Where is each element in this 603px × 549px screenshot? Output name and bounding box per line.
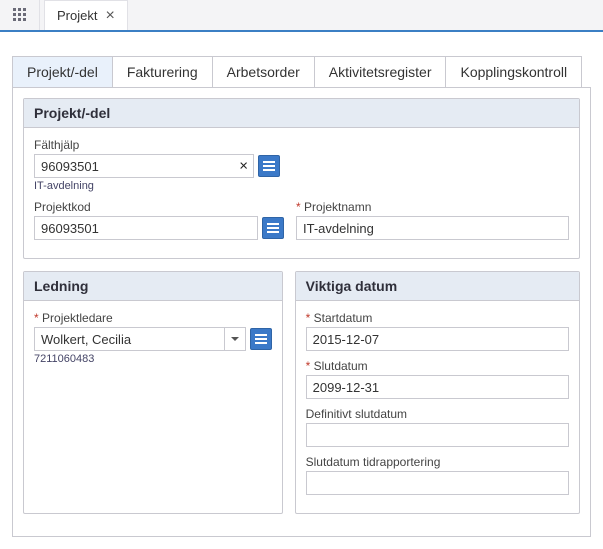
panel-ledning: Ledning Projektledare [23, 271, 283, 514]
slutdatum-field [306, 375, 569, 399]
menu-grid-icon [13, 8, 27, 22]
definitivt-slutdatum-label: Definitivt slutdatum [306, 407, 569, 421]
tab-fakturering[interactable]: Fakturering [113, 56, 213, 87]
list-icon [263, 160, 275, 172]
faldhjalp-input[interactable] [34, 154, 254, 178]
app-tab-projekt[interactable]: Projekt × [44, 0, 128, 30]
app-tab-label: Projekt [57, 8, 97, 23]
slutdatum-label: Slutdatum [306, 359, 569, 373]
projektnamn-field [296, 216, 569, 240]
projektledare-label: Projektledare [34, 311, 272, 325]
close-icon[interactable]: × [105, 8, 114, 24]
projektledare-lookup-button[interactable] [250, 328, 272, 350]
projektledare-input[interactable] [34, 327, 224, 351]
tab-kopplingskontroll[interactable]: Kopplingskontroll [446, 56, 582, 87]
projektledare-subtext: 7211060483 [34, 353, 272, 365]
chevron-down-icon [230, 334, 240, 344]
slutdatum-tidrapportering-label: Slutdatum tidrapportering [306, 455, 569, 469]
panel-viktiga-datum: Viktiga datum Startdatum Slutdatum Defin… [295, 271, 580, 514]
definitivt-slutdatum-field [306, 423, 569, 447]
panel-header-projekt-del: Projekt/-del [24, 99, 579, 128]
panel-header-datum: Viktiga datum [296, 272, 579, 301]
tab-aktivitetsregister[interactable]: Aktivitetsregister [315, 56, 447, 87]
inner-tab-strip: Projekt/-del Fakturering Arbetsorder Akt… [12, 56, 591, 88]
startdatum-field [306, 327, 569, 351]
projektnamn-label: Projektnamn [296, 200, 569, 214]
slutdatum-tidrapportering-field [306, 471, 569, 495]
faldhjalp-label: Fälthjälp [34, 138, 569, 152]
panel-projekt-del: Projekt/-del Fälthjälp × IT-avdelning [23, 98, 580, 259]
projektkod-label: Projektkod [34, 200, 284, 214]
startdatum-label: Startdatum [306, 311, 569, 325]
faldhjalp-lookup-button[interactable] [258, 155, 280, 177]
tab-projekt-del[interactable]: Projekt/-del [12, 56, 113, 87]
clear-icon[interactable]: × [239, 158, 248, 175]
projektkod-lookup-button[interactable] [262, 217, 284, 239]
projektkod-field [34, 216, 258, 240]
faldhjalp-subtext: IT-avdelning [34, 180, 569, 192]
panel-header-ledning: Ledning [24, 272, 282, 301]
app-menu-button[interactable] [0, 0, 40, 30]
projektledare-dropdown-button[interactable] [224, 327, 246, 351]
tab-arbetsorder[interactable]: Arbetsorder [213, 56, 315, 87]
list-icon [267, 222, 279, 234]
list-icon [255, 333, 267, 345]
